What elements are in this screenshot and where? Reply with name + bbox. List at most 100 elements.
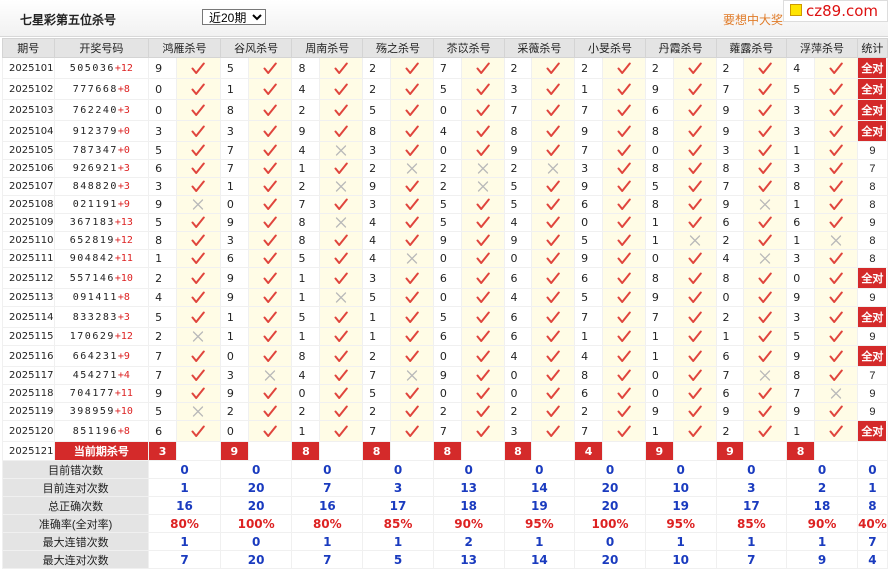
check-icon — [829, 369, 843, 381]
check-icon — [758, 234, 773, 246]
stats-value: 13 — [432, 550, 505, 569]
result-mark-cell — [176, 120, 221, 142]
stats-value: 95% — [644, 514, 717, 533]
current-kill-number: 8 — [786, 441, 816, 461]
stat-cell: 9 — [856, 288, 888, 307]
check-icon — [829, 252, 843, 264]
result-mark-cell — [460, 402, 505, 421]
draw-sum: +12 — [114, 62, 133, 74]
stats-value: 1 — [856, 478, 888, 497]
kill-number-cell: 2 — [362, 159, 392, 178]
header-killer-9[interactable]: 蕹露杀号 — [715, 38, 788, 58]
header-killer-3[interactable]: 周南杀号 — [291, 38, 364, 58]
kill-number-cell: 7 — [219, 159, 249, 178]
kill-number-cell: 2 — [148, 327, 178, 346]
header-killer-6[interactable]: 采薇杀号 — [503, 38, 576, 58]
kill-number-cell: 0 — [644, 366, 674, 385]
table-header-row: 期号 开奖号码 鸿雁杀号 谷风杀号 周南杀号 殇之杀号 苶苡杀号 采薇杀号 小旻杀号 丹霞杀号 蕹露… — [2, 38, 888, 58]
check-icon — [688, 104, 702, 116]
stats-value: 7 — [715, 550, 788, 569]
result-mark-cell — [602, 306, 646, 328]
header-killer-10[interactable]: 浮萍杀号 — [786, 38, 858, 58]
kill-number-cell: 0 — [574, 213, 604, 232]
stats-row: 目前错次数 0 0 0 0 0 0 0 0 0 0 0 — [1, 460, 888, 479]
stats-value: 19 — [503, 496, 576, 515]
check-icon — [405, 272, 419, 284]
result-mark-cell — [176, 177, 221, 196]
result-mark-cell — [460, 366, 505, 385]
result-mark-cell — [176, 420, 221, 442]
kill-number-cell: 7 — [219, 141, 249, 160]
kill-number-cell: 8 — [503, 120, 533, 142]
result-mark-cell — [390, 306, 434, 328]
result-mark-cell — [602, 345, 646, 367]
header-killer-4[interactable]: 殇之杀号 — [362, 38, 434, 58]
draw-digits: 652819 — [69, 235, 115, 246]
kill-number-cell: 7 — [644, 306, 674, 328]
cross-icon — [336, 217, 347, 228]
result-mark-cell — [602, 249, 646, 268]
check-icon — [191, 291, 206, 303]
kill-number-cell: 8 — [715, 159, 745, 178]
check-icon — [829, 350, 843, 362]
stats-value: 90% — [786, 514, 858, 533]
site-logo[interactable]: cz89.com — [783, 0, 888, 22]
kill-number-cell: 5 — [786, 327, 816, 346]
kill-number-cell: 4 — [574, 345, 604, 367]
stats-value: 20 — [219, 478, 293, 497]
kill-number-cell: 9 — [362, 177, 392, 196]
check-icon — [829, 104, 843, 116]
kill-number-cell: 9 — [715, 195, 745, 214]
cross-icon — [406, 253, 418, 264]
draw-number-cell: 505036+12 — [53, 57, 150, 79]
result-mark-cell — [460, 420, 505, 442]
header-killer-2[interactable]: 谷风杀号 — [219, 38, 293, 58]
promo-text[interactable]: 要想中大奖 — [723, 11, 783, 28]
all-correct-badge: 全对 — [858, 121, 887, 141]
stats-value: 0 — [362, 460, 434, 479]
draw-digits: 762240 — [72, 104, 118, 116]
header-killer-5[interactable]: 苶苡杀号 — [432, 38, 505, 58]
result-mark-cell — [319, 159, 364, 178]
header-killer-8[interactable]: 丹霞杀号 — [644, 38, 717, 58]
check-icon — [191, 62, 206, 74]
result-mark-cell — [672, 177, 717, 196]
result-mark-cell — [743, 78, 788, 100]
current-kill-label: 当前期杀号 — [53, 441, 150, 461]
cross-icon — [689, 235, 700, 246]
table-row: 2025110 652819+12 8 3 8 4 9 9 5 1 2 1 8 — [2, 231, 888, 250]
kill-number-cell: 1 — [362, 327, 392, 346]
stat-cell: 全对 — [856, 99, 888, 121]
kill-number-cell: 9 — [786, 345, 816, 367]
kill-number-cell: 5 — [148, 306, 178, 328]
check-icon — [688, 425, 702, 437]
result-mark-cell — [531, 78, 576, 100]
check-icon — [405, 330, 419, 342]
kill-number-cell: 1 — [644, 345, 674, 367]
result-mark-cell — [672, 57, 717, 79]
period-range-select[interactable]: 近20期 — [202, 9, 266, 25]
kill-number-cell: 6 — [574, 195, 604, 214]
stats-value: 14 — [503, 478, 576, 497]
kill-number-cell: 5 — [291, 306, 321, 328]
check-icon — [829, 83, 843, 95]
header-killer-7[interactable]: 小旻杀号 — [574, 38, 646, 58]
kill-number-cell: 7 — [362, 366, 392, 385]
kill-number-cell: 8 — [786, 366, 816, 385]
all-correct-badge: 全对 — [858, 268, 887, 288]
stats-value: 40% — [856, 514, 888, 533]
result-mark-cell — [390, 78, 434, 100]
stats-value: 1 — [715, 532, 788, 551]
kill-number-cell: 2 — [715, 57, 745, 79]
header-killer-1[interactable]: 鸿雁杀号 — [148, 38, 221, 58]
stats-value: 100% — [574, 514, 646, 533]
draw-sum: +11 — [114, 253, 133, 264]
kill-number-cell: 3 — [219, 231, 249, 250]
check-icon — [617, 350, 631, 362]
result-mark-cell — [390, 195, 434, 214]
kill-number-cell: 0 — [432, 99, 462, 121]
result-mark-cell — [247, 78, 293, 100]
table-row: 2025117 454271+4 7 3 4 7 9 0 8 0 7 8 7 — [2, 366, 888, 385]
result-mark-cell — [602, 231, 646, 250]
result-mark-cell — [176, 402, 221, 421]
